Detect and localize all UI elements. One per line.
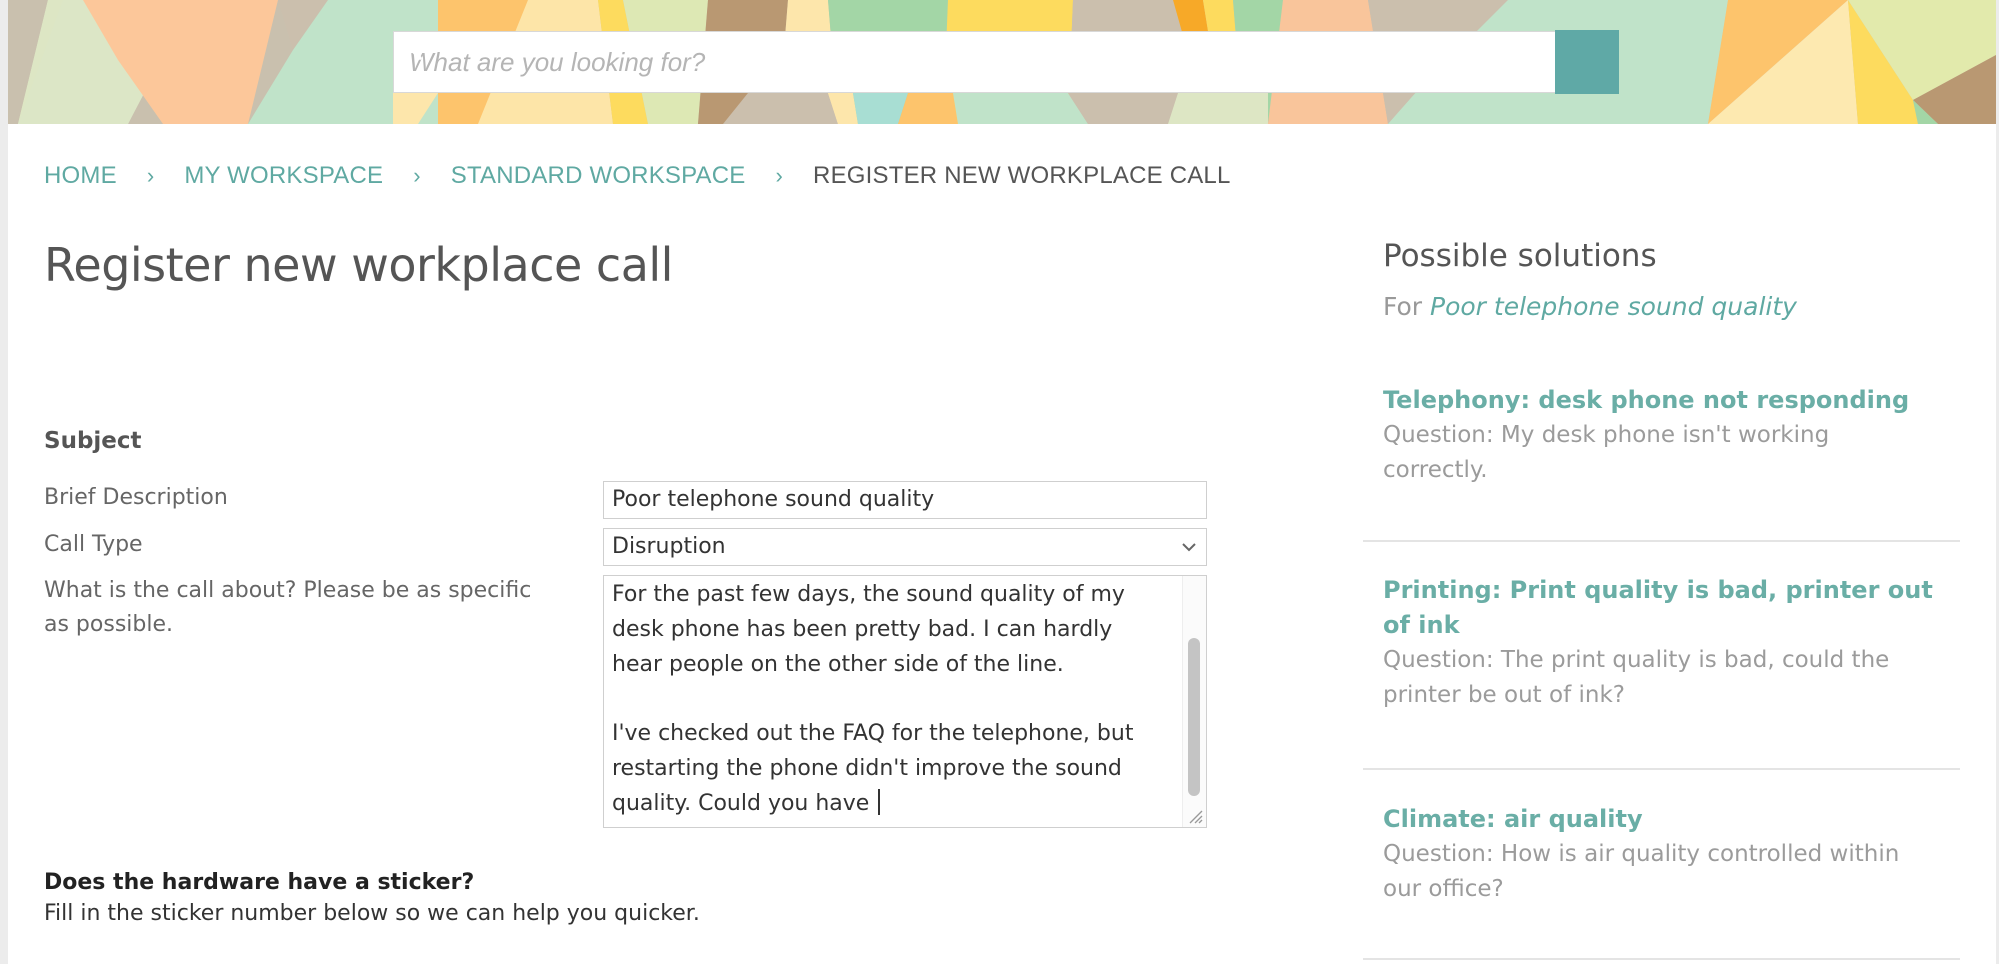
solution-item: Printing: Print quality is bad, printer … (1363, 573, 1960, 713)
solution-item: Telephony: desk phone not responding Que… (1363, 383, 1960, 488)
search-icon (395, 33, 422, 60)
solution-link[interactable]: Printing: Print quality is bad, printer … (1383, 573, 1940, 643)
solution-question: Question: The print quality is bad, coul… (1383, 647, 1890, 708)
breadcrumb: HOME › MY WORKSPACE › STANDARD WORKSPACE… (44, 162, 1231, 190)
search-input[interactable] (393, 31, 1555, 93)
call-type-value: Disruption (612, 534, 726, 559)
divider (1363, 768, 1960, 770)
solution-item: Climate: air quality Question: How is ai… (1363, 802, 1960, 907)
chevron-down-icon (1182, 543, 1196, 552)
header-banner (8, 0, 1996, 124)
brief-description-input[interactable]: Poor telephone sound quality (603, 481, 1207, 519)
breadcrumb-home[interactable]: HOME (44, 162, 117, 190)
solutions-title: Possible solutions (1383, 238, 1657, 274)
breadcrumb-separator-icon: › (775, 163, 784, 188)
solutions-for-prefix: For (1383, 292, 1423, 321)
resize-handle-icon[interactable] (1184, 805, 1204, 825)
sticker-heading: Does the hardware have a sticker? (44, 870, 475, 895)
solution-link[interactable]: Telephony: desk phone not responding (1383, 383, 1940, 418)
text-caret (878, 788, 880, 815)
search-button[interactable] (395, 30, 1619, 94)
breadcrumb-my-workspace[interactable]: MY WORKSPACE (184, 162, 383, 190)
section-heading-subject: Subject (44, 428, 142, 454)
page: HOME › MY WORKSPACE › STANDARD WORKSPACE… (8, 0, 1996, 964)
call-type-select[interactable]: Disruption (603, 528, 1207, 566)
solutions-for: For Poor telephone sound quality (1383, 292, 1797, 321)
brief-description-label: Brief Description (44, 485, 228, 510)
call-details-textarea[interactable]: For the past few days, the sound quality… (603, 575, 1207, 828)
breadcrumb-standard-workspace[interactable]: STANDARD WORKSPACE (451, 162, 746, 190)
divider (1363, 958, 1960, 960)
divider (1363, 540, 1960, 542)
page-title: Register new workplace call (44, 238, 673, 292)
breadcrumb-separator-icon: › (413, 163, 421, 188)
solution-link[interactable]: Climate: air quality (1383, 802, 1940, 837)
call-type-label: Call Type (44, 532, 143, 557)
breadcrumb-separator-icon: › (146, 163, 155, 188)
solution-question: Question: How is air quality controlled … (1383, 841, 1900, 902)
textarea-scroll-thumb[interactable] (1188, 638, 1200, 796)
breadcrumb-current: REGISTER NEW WORKPLACE CALL (813, 162, 1231, 189)
solution-question: Question: My desk phone isn't working co… (1383, 422, 1830, 483)
solutions-for-topic: Poor telephone sound quality (1430, 292, 1797, 321)
search-bar (393, 30, 1619, 94)
sticker-help-text: Fill in the sticker number below so we c… (44, 901, 700, 926)
textarea-scrollbar[interactable] (1182, 576, 1206, 827)
call-details-label: What is the call about? Please be as spe… (44, 578, 532, 637)
call-details-text: For the past few days, the sound quality… (612, 582, 1134, 816)
